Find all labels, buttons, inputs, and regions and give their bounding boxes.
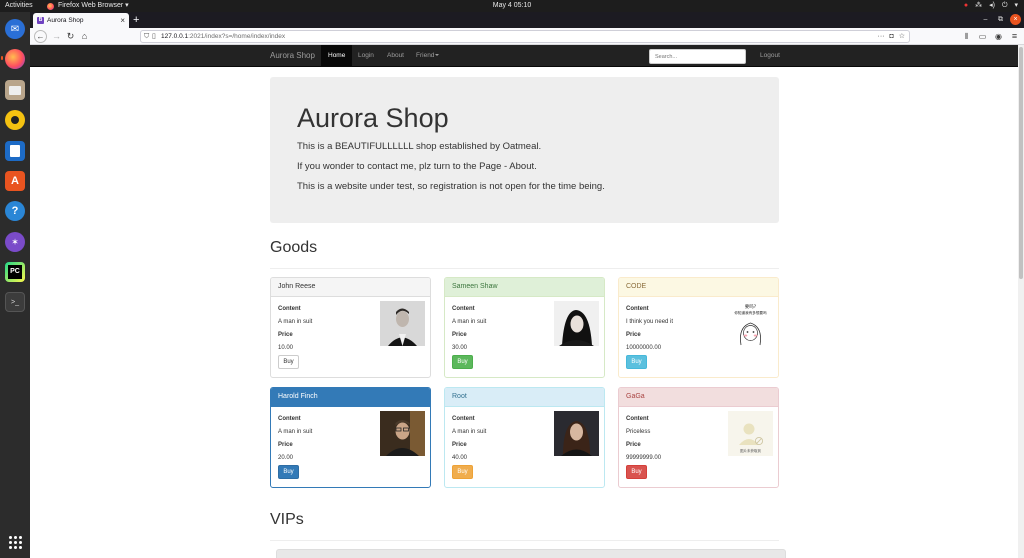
tracking-shield-icon[interactable]: ⛉ — [144, 31, 149, 42]
nav-login[interactable]: Login — [358, 45, 374, 67]
tray-menu-chevron-icon[interactable]: ▾ — [1014, 0, 1018, 12]
buy-button[interactable]: Buy — [452, 465, 473, 479]
buy-button[interactable]: Buy — [452, 355, 473, 369]
image-caption: 你知道我有多想要吗 — [734, 310, 767, 315]
nav-friend-dropdown[interactable]: Friend — [416, 45, 440, 67]
dock: ✉ A ? ✶ PC >_ — [0, 12, 30, 558]
site-navbar: Aurora Shop Home Login About Friend Logo… — [30, 45, 1018, 67]
product-card: CODE Content I think you need it Price 1… — [618, 277, 779, 378]
goods-heading: Goods — [270, 239, 318, 256]
product-image[interactable] — [554, 411, 599, 456]
nav-home[interactable]: Home — [321, 45, 353, 67]
home-icon[interactable]: ⌂ — [78, 30, 91, 43]
product-image-placeholder[interactable]: 图片未获取到 — [728, 411, 773, 456]
terminal-icon[interactable]: >_ — [5, 292, 25, 312]
buy-button[interactable]: Buy — [278, 465, 299, 479]
back-arrow-icon[interactable]: ← — [34, 30, 47, 43]
menu-hamburger-icon[interactable]: ≡ — [1008, 30, 1021, 43]
sidebar-icon[interactable]: ▭ — [976, 30, 989, 43]
jumbotron-line: This is a BEAUTIFULLLLLL shop establishe… — [297, 141, 542, 152]
url-path: :2021/index?s=/home/index/index — [188, 33, 286, 40]
site-favicon-icon: B — [37, 17, 44, 24]
jumbotron-line: This is a website under test, so registr… — [297, 181, 605, 192]
firefox-dock-icon[interactable] — [5, 49, 25, 69]
product-name: Harold Finch — [271, 388, 430, 407]
pycharm-icon[interactable]: PC — [5, 262, 25, 282]
image-placeholder-caption: 图片未获取到 — [740, 448, 761, 453]
buy-button[interactable]: Buy — [278, 355, 299, 369]
close-tab-icon[interactable]: × — [120, 16, 125, 25]
system-tray[interactable]: ● ⁂ ◂) ⏻ ▾ — [964, 0, 1018, 12]
reload-icon[interactable]: ↻ — [64, 30, 77, 43]
show-applications-icon[interactable] — [5, 532, 25, 552]
browser-tab[interactable]: B Aurora Shop × — [33, 13, 129, 28]
forward-arrow-icon[interactable]: → — [50, 30, 63, 43]
new-tab-button[interactable]: + — [133, 13, 139, 27]
tab-title: Aurora Shop — [47, 17, 84, 24]
browser-tab-bar: B Aurora Shop × + – ⧉ × — [30, 12, 1024, 28]
site-brand[interactable]: Aurora Shop — [270, 45, 315, 67]
software-center-icon[interactable]: A — [5, 171, 25, 191]
jumbotron-title: Aurora Shop — [297, 103, 449, 133]
vips-heading: VIPs — [270, 511, 304, 528]
product-image[interactable] — [554, 301, 599, 346]
library-icon[interactable]: ⫴ — [960, 30, 973, 43]
help-icon[interactable]: ? — [5, 201, 25, 221]
volume-icon[interactable]: ◂) — [989, 0, 995, 12]
maximize-window-icon[interactable]: ⧉ — [995, 14, 1006, 25]
nav-friend-label: Friend — [416, 52, 435, 59]
page-viewport: Aurora Shop Home Login About Friend Logo… — [30, 45, 1018, 558]
rhythmbox-icon[interactable] — [5, 110, 25, 130]
libreoffice-writer-icon[interactable] — [5, 141, 25, 161]
jumbotron-line: If you wonder to contact me, plz turn to… — [297, 161, 537, 172]
vpn-icon[interactable]: ✶ — [5, 232, 25, 252]
product-name: Root — [445, 388, 604, 407]
browser-toolbar: ← → ↻ ⌂ ⛉ ▯ 127.0.0.1:2021/index?s=/home… — [30, 28, 1024, 45]
pocket-icon[interactable]: ◘ — [889, 31, 893, 42]
product-image[interactable] — [380, 301, 425, 346]
page-actions-icon[interactable]: ··· — [877, 31, 884, 42]
caret-down-icon — [435, 54, 440, 57]
bookmark-star-icon[interactable]: ☆ — [899, 31, 905, 42]
jumbotron: Aurora Shop This is a BEAUTIFULLLLLL sho… — [270, 77, 779, 223]
image-caption: 要吗? — [745, 303, 757, 310]
product-card: John Reese Content A man in suit Price 1… — [270, 277, 431, 378]
product-image[interactable] — [380, 411, 425, 456]
search-input[interactable] — [649, 49, 746, 64]
divider — [270, 540, 779, 541]
clock[interactable]: May 4 05:10 — [0, 0, 1024, 12]
active-app-indicator — [1, 56, 3, 60]
product-name: John Reese — [271, 278, 430, 297]
nav-logout[interactable]: Logout — [760, 45, 780, 67]
network-icon[interactable]: ⁂ — [975, 0, 982, 12]
product-name: CODE — [619, 278, 778, 297]
product-name: Sameen Shaw — [445, 278, 604, 297]
buy-button[interactable]: Buy — [626, 465, 647, 479]
product-image[interactable]: 要吗? 你知道我有多想要吗 — [728, 301, 773, 346]
files-icon[interactable] — [5, 80, 25, 100]
url-bar[interactable]: ⛉ ▯ 127.0.0.1:2021/index?s=/home/index/i… — [140, 30, 910, 43]
minimize-window-icon[interactable]: – — [980, 14, 991, 25]
divider — [270, 268, 779, 269]
product-name: GaGa — [619, 388, 778, 407]
product-card: GaGa Content Priceless Price 99999999.00… — [618, 387, 779, 488]
power-icon[interactable]: ⏻ — [1002, 0, 1008, 12]
close-window-icon[interactable]: × — [1010, 14, 1021, 25]
product-card: Harold Finch Content A man in suit Price… — [270, 387, 431, 488]
system-top-bar: Activities Firefox Web Browser ▾ May 4 0… — [0, 0, 1024, 12]
product-card: Root Content A man in suit Price 40.00 B… — [444, 387, 605, 488]
nav-about[interactable]: About — [387, 45, 404, 67]
scrollbar-thumb[interactable] — [1019, 47, 1023, 279]
page-info-icon[interactable]: ▯ — [152, 31, 156, 42]
product-card: Sameen Shaw Content A man in suit Price … — [444, 277, 605, 378]
page-scrollbar[interactable] — [1018, 45, 1024, 558]
chrome-icon[interactable]: ● — [964, 0, 968, 12]
buy-button[interactable]: Buy — [626, 355, 647, 369]
vip-panel — [276, 549, 786, 558]
thunderbird-icon[interactable]: ✉ — [5, 19, 25, 39]
account-icon[interactable]: ◉ — [992, 30, 1005, 43]
url-host: 127.0.0.1 — [161, 33, 189, 40]
